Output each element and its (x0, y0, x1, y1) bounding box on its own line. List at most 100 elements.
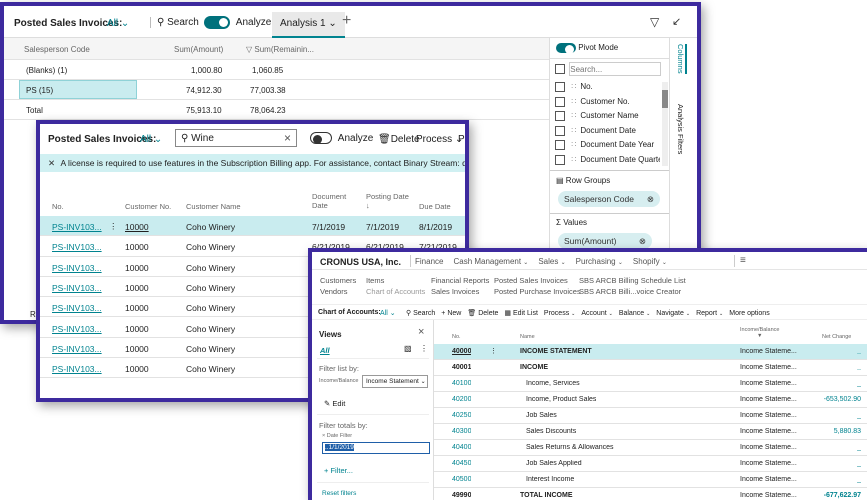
quick-link[interactable]: SBS ARCB Billing Schedule List (579, 276, 686, 285)
table-row[interactable]: 40000 ⋮ INCOME STATEMENT Income Stateme... _ (434, 344, 867, 360)
checkbox[interactable] (555, 111, 565, 121)
quick-link[interactable]: Items (366, 276, 384, 285)
clear-icon[interactable]: × (284, 131, 291, 145)
account-no[interactable]: 40500 (452, 476, 471, 483)
drag-handle-icon[interactable]: ∷ (571, 82, 576, 91)
table-row[interactable]: PS-INV103... ⋮ 10000 Coho Winery 7/1/2019 7/1… (40, 216, 465, 237)
column-header-amount[interactable]: Sum(Amount) (174, 45, 223, 54)
reset-filters-link[interactable]: Reset filters (322, 490, 356, 497)
pivot-search[interactable] (555, 62, 662, 76)
table-row[interactable]: 40450 Job Sales Applied Income Stateme... _ (434, 456, 867, 472)
new-button[interactable]: + New (441, 310, 461, 317)
drag-handle-icon[interactable]: ∷ (571, 126, 576, 135)
view-selector[interactable]: All ⌄ (380, 309, 396, 317)
nav-item[interactable]: Finance (415, 257, 443, 266)
table-row[interactable]: 40300 Sales Discounts Income Stateme... 5,8… (434, 424, 867, 440)
close-icon[interactable]: × (418, 326, 424, 338)
invoice-no-link[interactable]: PS-INV103... (52, 242, 102, 252)
tab-analysis-filters[interactable]: Analysis Filters (676, 104, 685, 154)
edit-list-button[interactable]: ▦ Edit List (504, 310, 537, 317)
pivot-field[interactable]: ∷ Document Date (555, 125, 660, 141)
edit-button[interactable]: ✎ Edit (324, 399, 345, 408)
close-icon[interactable]: ✕ (48, 158, 55, 168)
quick-link[interactable]: Financial Reports (431, 276, 489, 285)
save-view-icon[interactable]: ▧ (404, 344, 412, 353)
quick-link[interactable]: Chart of Accounts (366, 287, 425, 296)
account-no[interactable]: 40001 (452, 364, 471, 371)
search-input[interactable]: Wine (191, 133, 214, 144)
view-all[interactable]: All (320, 346, 330, 355)
income-balance-select[interactable]: Income Statement ⌄ (362, 375, 428, 388)
table-row[interactable]: Total 75,913.10 78,064.23 (4, 100, 549, 120)
search-button[interactable]: ⚲ Search (150, 17, 199, 28)
column-header-income-balance[interactable]: Income/Balance ▼ (740, 327, 779, 339)
account-no[interactable]: 49990 (452, 492, 471, 499)
table-row[interactable]: 40200 Income, Product Sales Income Stateme… (434, 392, 867, 408)
add-filter-button[interactable]: + Filter... (324, 466, 353, 475)
drag-handle-icon[interactable]: ∷ (571, 155, 576, 164)
invoice-no-link[interactable]: PS-INV103... (52, 324, 102, 334)
pivot-field[interactable]: ∷ Document Date Year (555, 140, 660, 155)
search-button[interactable]: ⚲ Search (406, 310, 435, 317)
analyze-toggle[interactable]: Analyze (204, 16, 271, 29)
account-menu[interactable]: Account ⌄ (581, 310, 612, 317)
process-menu[interactable]: Process ⌄ (544, 310, 575, 317)
checkbox[interactable] (555, 125, 565, 136)
add-tab-icon[interactable]: + (342, 12, 351, 30)
view-selector[interactable]: All ⌄ (107, 18, 129, 29)
table-row[interactable]: 49990 TOTAL INCOME Income Stateme... -677,6… (434, 488, 867, 500)
invoice-no-link[interactable]: PS-INV103... (52, 364, 102, 374)
more-icon[interactable]: ⋮ (420, 344, 428, 353)
table-row[interactable]: (Blanks) (1) 1,000.80 1,060.85 (4, 60, 549, 80)
more-icon[interactable]: ⋮ (490, 347, 497, 355)
quick-link[interactable]: Posted Sales Invoices (494, 276, 568, 285)
drag-handle-icon[interactable]: ∷ (571, 140, 576, 149)
process-button[interactable]: Process ⌄ (416, 134, 463, 145)
scrollbar[interactable] (662, 82, 668, 166)
table-row[interactable]: PS (15) 74,912.30 77,003.38 (4, 80, 549, 100)
table-row[interactable]: 40400 Sales Returns & Allowances Income St… (434, 440, 867, 456)
delete-button[interactable]: 🗑Delete (378, 134, 420, 145)
column-header-posting-date[interactable]: Posting Date ↓ (366, 192, 409, 210)
table-row[interactable]: 40001 INCOME Income Stateme... _ (434, 360, 867, 376)
more-icon[interactable]: ⋮ (109, 221, 118, 232)
quick-link[interactable]: Sales Invoices (431, 287, 479, 296)
column-header-remaining[interactable]: ▽ Sum(Remainin... (246, 45, 314, 54)
report-menu[interactable]: Report ⌄ (696, 310, 723, 317)
print-button[interactable]: Pri (458, 134, 465, 145)
collapse-icon[interactable]: ↙ (672, 15, 681, 28)
filter-icon[interactable]: ▽ (650, 15, 659, 29)
row-group-pill[interactable]: Salesperson Code ⊗ (558, 191, 660, 207)
tab-columns[interactable]: Columns (676, 44, 687, 74)
invoice-no-link[interactable]: PS-INV103... (52, 344, 102, 354)
quick-link[interactable]: Posted Purchase Invoices (494, 287, 581, 296)
quick-link[interactable]: SBS ARCB Billi...voice Creator (579, 287, 681, 296)
pivot-field[interactable]: ∷ Customer No. (555, 96, 660, 112)
nav-item[interactable]: Shopify ⌄ (633, 257, 667, 266)
account-no[interactable]: 40450 (452, 460, 471, 467)
remove-icon[interactable]: ⊗ (647, 194, 654, 205)
invoice-no-link[interactable]: PS-INV103... (52, 303, 102, 313)
value-pill[interactable]: Sum(Amount) ⊗ (558, 233, 652, 249)
quick-link[interactable]: Vendors (320, 287, 348, 296)
drag-handle-icon[interactable]: ∷ (571, 111, 576, 120)
pivot-field[interactable]: ∷ No. (555, 82, 660, 97)
drag-handle-icon[interactable]: ∷ (571, 97, 576, 106)
checkbox[interactable] (555, 82, 565, 92)
account-no[interactable]: 40100 (452, 380, 471, 387)
column-header-salesperson[interactable]: Salesperson Code (24, 45, 90, 54)
search-box[interactable]: ⚲ Wine × (175, 129, 297, 147)
checkbox[interactable] (555, 96, 565, 107)
navigate-menu[interactable]: Navigate ⌄ (656, 310, 690, 317)
pivot-search-input[interactable] (569, 62, 662, 76)
table-row[interactable]: 40250 Job Sales Income Stateme... _ (434, 408, 867, 424)
more-options-button[interactable]: More options (729, 310, 769, 317)
nav-item[interactable]: Cash Management ⌄ (453, 257, 528, 266)
tab-analysis-1[interactable]: Analysis 1 ⌄ (272, 12, 345, 38)
account-no[interactable]: 40400 (452, 444, 471, 451)
view-selector[interactable]: All ⌄ (140, 134, 162, 145)
pivot-mode-toggle[interactable]: Pivot Mode (556, 43, 618, 54)
account-no[interactable]: 40300 (452, 428, 471, 435)
table-row[interactable]: 40500 Interest Income Income Stateme... _ (434, 472, 867, 488)
account-no[interactable]: 40250 (452, 412, 471, 419)
